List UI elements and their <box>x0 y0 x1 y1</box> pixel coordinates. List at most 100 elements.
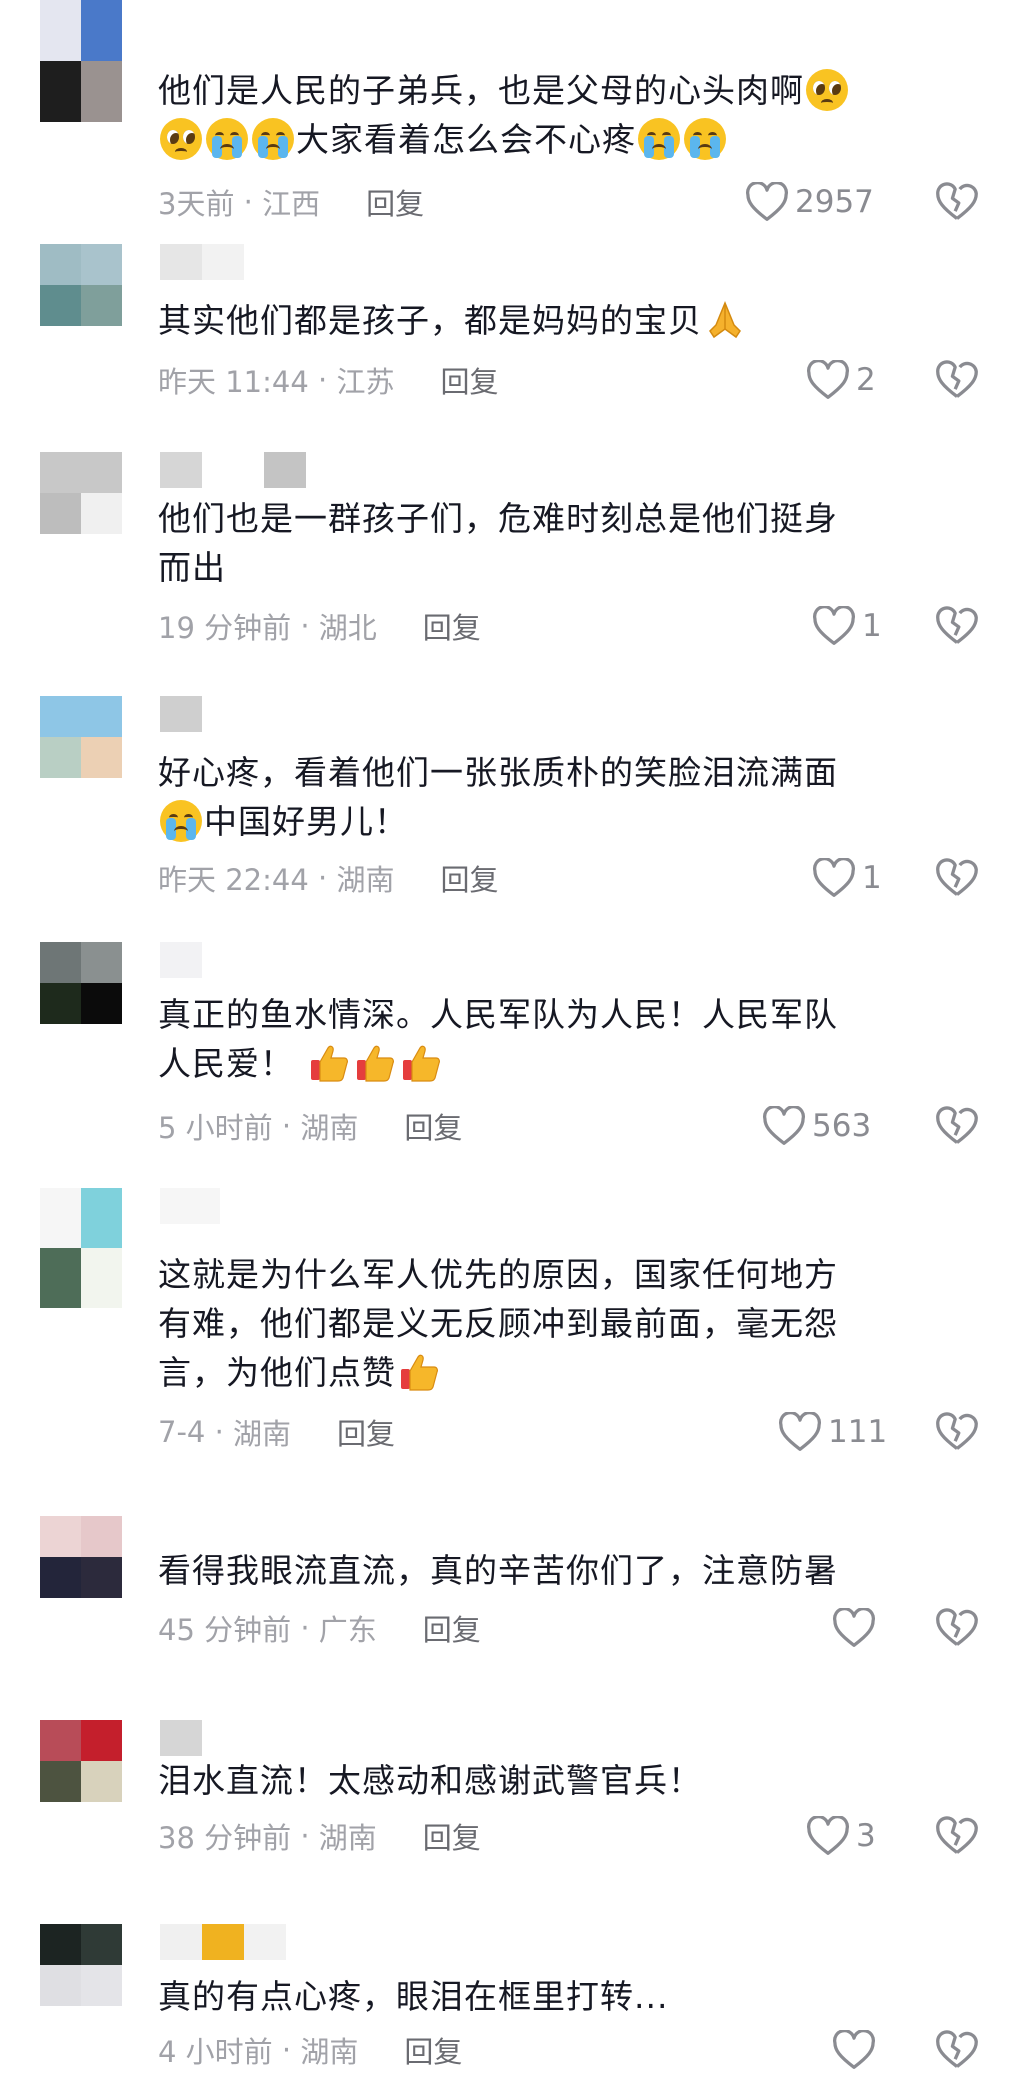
like-button[interactable]: 1 <box>812 856 882 900</box>
username-blurred[interactable] <box>160 1188 220 1224</box>
avatar-tile <box>40 983 81 1024</box>
comment-line: 他们也是一群孩子们，危难时刻总是他们挺身 <box>158 499 838 538</box>
avatar-tile <box>81 1720 122 1761</box>
avatar-tile <box>81 942 122 983</box>
like-button[interactable] <box>832 1606 882 1650</box>
comment-text: 好心疼，看着他们一张张质朴的笑脸泪流满面 中国好男儿！ <box>158 748 968 846</box>
comment-text: 泪水直流！太感动和感谢武警官兵！ <box>158 1756 968 1805</box>
meta-separator: · <box>291 609 319 643</box>
avatar[interactable] <box>40 1924 122 2006</box>
username-blurred[interactable] <box>160 942 202 978</box>
avatar-tile <box>81 493 122 534</box>
username-blurred[interactable] <box>160 1924 286 1960</box>
like-count: 111 <box>828 1414 888 1450</box>
avatar-tile <box>40 1761 81 1802</box>
comment-meta: 45 分钟前 · 广东 回复 <box>158 1606 481 1650</box>
heart-outline-icon <box>746 182 788 221</box>
reply-button[interactable]: 回复 <box>404 2029 462 2071</box>
broken-heart-icon[interactable] <box>935 856 979 900</box>
avatar[interactable] <box>40 244 122 326</box>
comment-text: 他们是人民的子弟兵，也是父母的心头肉啊 大家看着怎么会不心疼 <box>158 66 968 164</box>
username-blurred[interactable] <box>160 452 306 488</box>
crying-face-emoji <box>206 117 248 160</box>
like-button[interactable]: 2957 <box>745 180 874 224</box>
avatar-tile <box>40 1557 81 1598</box>
heart-outline-icon <box>813 858 855 897</box>
avatar-tile <box>81 1188 122 1248</box>
meta-separator: · <box>234 185 263 219</box>
avatar-tile <box>81 452 122 493</box>
reply-button[interactable]: 回复 <box>337 1411 395 1453</box>
avatar-tile <box>40 1965 81 2006</box>
like-button[interactable]: 2 <box>806 358 876 402</box>
heart-outline-icon <box>763 1106 805 1145</box>
like-count: 3 <box>856 1818 876 1854</box>
heart-outline-icon <box>807 1816 849 1855</box>
comment-location: 江苏 <box>336 365 395 399</box>
broken-heart-icon[interactable] <box>935 1606 979 1650</box>
comment-time: 昨天 11:44 <box>158 365 309 399</box>
like-button[interactable]: 3 <box>806 1814 876 1858</box>
broken-heart-icon[interactable] <box>935 180 979 224</box>
avatar[interactable] <box>40 0 122 122</box>
broken-heart-icon[interactable] <box>935 1410 979 1454</box>
avatar-tile <box>40 1924 81 1965</box>
comment-time: 45 分钟前 <box>158 1613 292 1647</box>
avatar-tile <box>81 1248 122 1308</box>
avatar[interactable] <box>40 696 122 778</box>
reply-button[interactable]: 回复 <box>404 1105 462 1147</box>
comment-line: 真的有点心疼，眼泪在框里打转... <box>158 1977 669 2016</box>
comment-text: 这就是为什么军人优先的原因，国家任何地方 有难，他们都是义无反顾冲到最前面，毫无… <box>158 1250 968 1397</box>
folded-hands-emoji <box>704 299 746 341</box>
comment-time: 38 分钟前 <box>158 1821 292 1855</box>
heart-outline-icon <box>807 360 849 399</box>
like-button[interactable]: 563 <box>762 1104 871 1148</box>
crying-face-emoji <box>252 117 294 160</box>
avatar-tile <box>81 1516 122 1557</box>
comment-line: 真正的鱼水情深。人民军队为人民！人民军队 <box>158 995 838 1034</box>
comment-line: 有难，他们都是义无反顾冲到最前面，毫无怨 <box>158 1304 838 1343</box>
reply-button[interactable]: 回复 <box>423 1607 481 1649</box>
like-button[interactable]: 111 <box>778 1410 887 1454</box>
broken-heart-icon[interactable] <box>935 2028 979 2072</box>
comment-location: 江西 <box>262 187 321 221</box>
avatar[interactable] <box>40 1720 122 1802</box>
like-button[interactable] <box>832 2028 882 2072</box>
broken-heart-icon[interactable] <box>935 358 979 402</box>
broken-heart-icon[interactable] <box>935 1814 979 1858</box>
username-blurred[interactable] <box>160 696 202 732</box>
avatar[interactable] <box>40 1516 122 1598</box>
avatar[interactable] <box>40 942 122 1024</box>
username-blurred[interactable] <box>160 1720 202 1756</box>
reply-button[interactable]: 回复 <box>423 1815 481 1857</box>
comment-location: 湖北 <box>318 611 377 645</box>
heart-outline-icon <box>833 2030 875 2069</box>
avatar[interactable] <box>40 1188 122 1308</box>
comment-location: 湖南 <box>233 1417 292 1451</box>
reply-button[interactable]: 回复 <box>440 359 498 401</box>
avatar-tile <box>81 244 122 285</box>
broken-heart-icon[interactable] <box>935 1104 979 1148</box>
reply-button[interactable]: 回复 <box>366 181 424 223</box>
avatar-tile <box>81 1761 122 1802</box>
comment-line: 其实他们都是孩子，都是妈妈的宝贝 <box>158 301 702 340</box>
reply-button[interactable]: 回复 <box>440 857 498 899</box>
comment-time: 19 分钟前 <box>158 611 292 645</box>
username-blurred[interactable] <box>160 244 244 280</box>
like-button[interactable]: 1 <box>812 604 882 648</box>
reply-button[interactable]: 回复 <box>423 605 481 647</box>
comment-meta: 5 小时前 · 湖南 回复 <box>158 1104 462 1148</box>
comment-line: 泪水直流！太感动和感谢武警官兵！ <box>158 1761 702 1800</box>
comment-meta: 19 分钟前 · 湖北 回复 <box>158 604 481 648</box>
avatar[interactable] <box>40 452 122 534</box>
meta-separator: · <box>308 861 337 895</box>
avatar-tile <box>81 1557 122 1598</box>
broken-heart-icon[interactable] <box>935 604 979 648</box>
meta-separator: · <box>291 1611 319 1645</box>
comment-line: 中国好男儿！ <box>204 802 408 841</box>
comment-time: 7-4 <box>158 1415 206 1449</box>
meta-separator: · <box>272 1109 301 1143</box>
avatar-tile <box>40 942 81 983</box>
comment-meta: 昨天 11:44 · 江苏 回复 <box>158 358 498 402</box>
comment-line: 他们是人民的子弟兵，也是父母的心头肉啊 <box>158 71 804 110</box>
